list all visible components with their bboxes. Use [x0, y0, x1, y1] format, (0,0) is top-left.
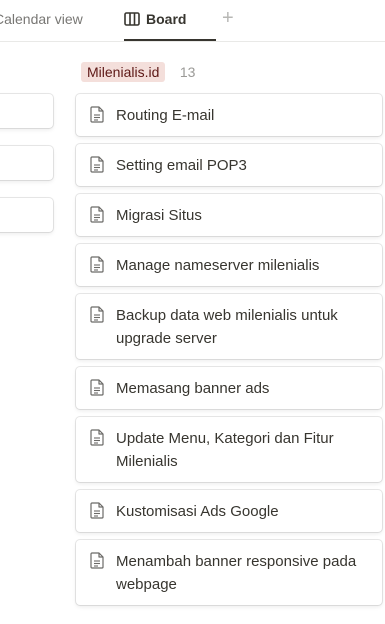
card-title: Backup data web milenialis untuk upgrade… [116, 307, 338, 347]
plus-icon: + [222, 7, 234, 29]
tab-calendar-view[interactable]: Calendar view [0, 9, 83, 29]
page-icon [90, 306, 104, 323]
page-icon [90, 106, 104, 123]
active-tab-indicator [124, 39, 216, 41]
card-title: Menambah banner responsive pada webpage [116, 553, 357, 593]
board-view: Calendar view Board + Milenialis.id 13 R… [0, 0, 385, 624]
add-view-button[interactable]: + [222, 6, 234, 30]
card-title: Update Menu, Kategori dan Fitur Milenial… [116, 430, 334, 470]
board-card[interactable]: Routing E-mail [76, 94, 382, 136]
left-column-card[interactable] [0, 198, 53, 232]
tab-calendar-label: Calendar view [0, 11, 83, 27]
board-card[interactable]: Memasang banner ads [76, 367, 382, 409]
view-tabs: Calendar view Board + [0, 0, 385, 42]
board-card[interactable]: Migrasi Situs [76, 194, 382, 236]
board-column-cards: Routing E-mail Setting email POP3 Migras… [76, 94, 382, 613]
page-icon [90, 379, 104, 396]
page-icon [90, 552, 104, 569]
board-card[interactable]: Setting email POP3 [76, 144, 382, 186]
card-title: Manage nameserver milenialis [116, 257, 320, 274]
board-icon [124, 12, 140, 26]
page-icon [90, 156, 104, 173]
card-title: Routing E-mail [116, 107, 215, 124]
page-icon [90, 502, 104, 519]
tab-board[interactable]: Board [124, 9, 186, 29]
board-card[interactable]: Menambah banner responsive pada webpage [76, 540, 382, 605]
page-icon [90, 429, 104, 446]
card-title: Setting email POP3 [116, 157, 247, 174]
page-icon [90, 256, 104, 273]
group-header: Milenialis.id 13 [81, 62, 195, 84]
card-title: Memasang banner ads [116, 380, 270, 397]
card-title: Migrasi Situs [116, 207, 202, 224]
board-card[interactable]: Kustomisasi Ads Google [76, 490, 382, 532]
left-column-card[interactable] [0, 146, 53, 180]
board-card[interactable]: Manage nameserver milenialis [76, 244, 382, 286]
board-card[interactable]: Update Menu, Kategori dan Fitur Milenial… [76, 417, 382, 482]
card-title: Kustomisasi Ads Google [116, 503, 279, 520]
left-column-card[interactable] [0, 94, 53, 128]
tab-board-label: Board [146, 11, 187, 27]
group-name-tag[interactable]: Milenialis.id [81, 62, 166, 82]
group-count: 13 [179, 64, 196, 80]
page-icon [90, 206, 104, 223]
board-card[interactable]: Backup data web milenialis untuk upgrade… [76, 294, 382, 359]
